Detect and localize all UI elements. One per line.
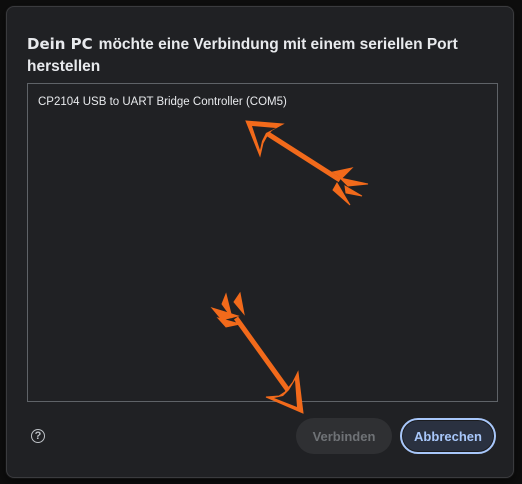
annotation-arrows xyxy=(210,120,369,414)
annotation-arrow-lower xyxy=(210,291,304,414)
annotation-arrow-upper xyxy=(245,120,369,206)
